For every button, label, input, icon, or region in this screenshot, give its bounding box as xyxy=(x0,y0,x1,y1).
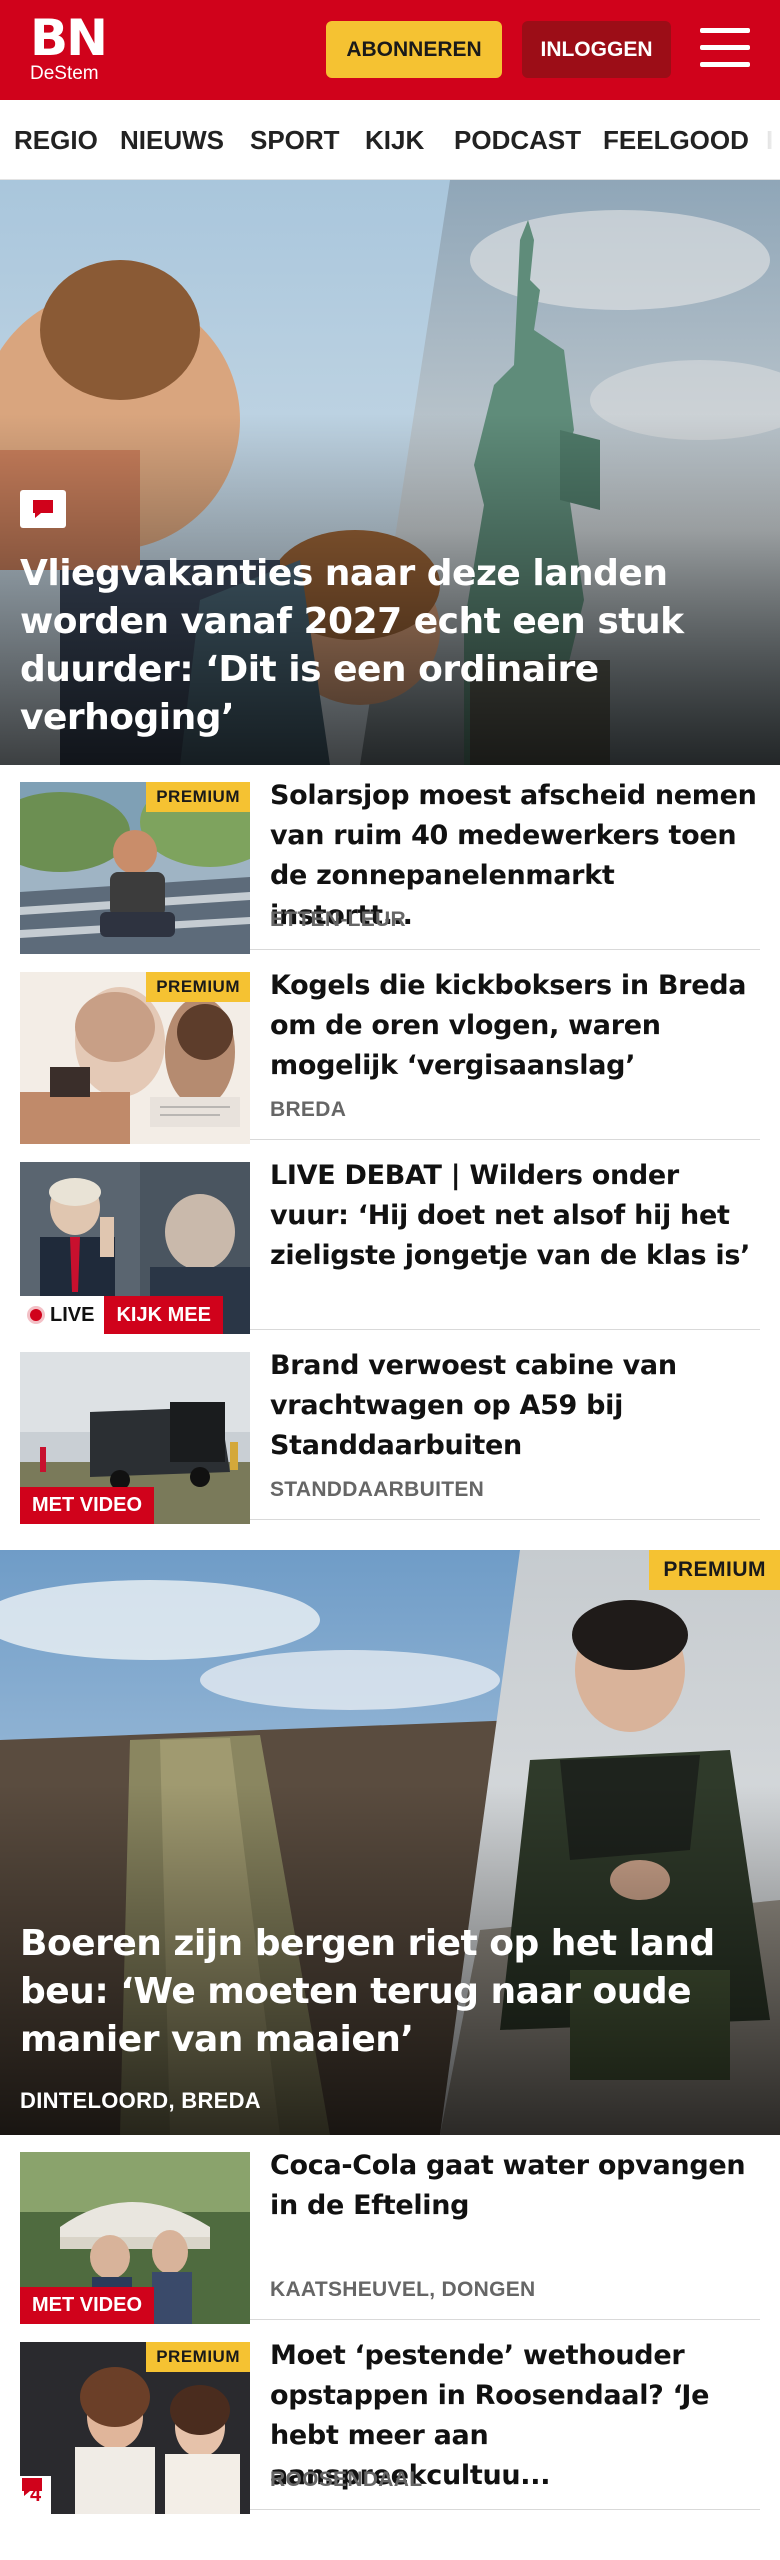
article-location: BREDA xyxy=(270,1098,347,1121)
list-item[interactable]: PREMIUM 4 Moet ‘pestende’ wethouder opst… xyxy=(20,2330,760,2514)
section-nav: REGIO NIEUWS SPORT KIJK PODCAST FEELGOOD… xyxy=(0,100,780,180)
video-badge: MET VIDEO xyxy=(20,2287,155,2324)
live-dot-icon xyxy=(30,1309,42,1321)
subscribe-button[interactable]: ABONNEREN xyxy=(326,21,502,78)
site-logo[interactable]: BN DeStem xyxy=(30,9,108,84)
comment-count: 4 xyxy=(20,2476,52,2514)
article-title[interactable]: Brand verwoest cabine van vrachtwagen op… xyxy=(270,1346,760,1466)
comment-icon xyxy=(22,2478,42,2496)
live-badge: LIVE KIJK MEE xyxy=(20,1296,223,1334)
list-item[interactable]: LIVE KIJK MEE LIVE DEBAT | Wilders onder… xyxy=(20,1150,760,1334)
nav-fade xyxy=(750,100,780,179)
logo-main-text: BN xyxy=(30,9,108,67)
nav-item-regio[interactable]: REGIO xyxy=(14,122,98,158)
article-location: STANDDAARBUITEN xyxy=(270,1478,485,1501)
live-label: LIVE xyxy=(50,1303,95,1326)
login-button[interactable]: INLOGGEN xyxy=(522,21,671,78)
list-item[interactable]: PREMIUM Kogels die kickboksers in Breda … xyxy=(20,960,760,1144)
article-location: ETTEN-LEUR xyxy=(270,908,406,931)
article-title[interactable]: Kogels die kickboksers in Breda om de or… xyxy=(270,966,760,1086)
logo-sub-text: DeStem xyxy=(30,63,99,84)
article-location: ROOSENDAAL xyxy=(270,2468,423,2491)
article-thumbnail: LIVE KIJK MEE xyxy=(20,1162,250,1334)
site-header: BN DeStem ABONNEREN INLOGGEN xyxy=(0,0,780,100)
feature-location: DINTELOORD, BREDA xyxy=(20,2088,261,2113)
article-location: KAATSHEUVEL, DONGEN xyxy=(270,2278,536,2301)
hero-title[interactable]: Vliegvakanties naar deze landen worden v… xyxy=(20,550,720,742)
premium-badge: PREMIUM xyxy=(649,1550,780,1590)
article-thumbnail: PREMIUM xyxy=(20,782,250,954)
premium-badge: PREMIUM xyxy=(146,2342,250,2372)
feature-article[interactable]: PREMIUM Boeren zijn bergen riet op het l… xyxy=(0,1550,780,2135)
hamburger-menu-icon[interactable] xyxy=(700,26,750,70)
live-indicator: LIVE xyxy=(20,1296,105,1334)
article-title[interactable]: Coca-Cola gaat water opvangen in de Efte… xyxy=(270,2146,760,2226)
watch-button[interactable]: KIJK MEE xyxy=(104,1296,223,1334)
article-thumbnail: MET VIDEO xyxy=(20,2152,250,2324)
list-item[interactable]: PREMIUM Solarsjop moest afscheid nemen v… xyxy=(20,770,760,954)
list-item[interactable]: MET VIDEO Coca-Cola gaat water opvangen … xyxy=(20,2140,760,2324)
list-item[interactable]: MET VIDEO Brand verwoest cabine van vrac… xyxy=(20,1340,760,1524)
nav-item-podcast[interactable]: PODCAST xyxy=(454,122,581,158)
nav-item-kijk[interactable]: KIJK xyxy=(365,122,424,158)
article-thumbnail: PREMIUM xyxy=(20,972,250,1144)
nav-item-sport[interactable]: SPORT xyxy=(250,122,340,158)
comment-icon xyxy=(33,500,53,518)
article-thumbnail: MET VIDEO xyxy=(20,1352,250,1524)
nav-item-nieuws[interactable]: NIEUWS xyxy=(120,122,224,158)
comment-badge xyxy=(20,490,66,528)
article-thumbnail: PREMIUM 4 xyxy=(20,2342,250,2514)
feature-title[interactable]: Boeren zijn bergen riet op het land beu:… xyxy=(20,1920,720,2064)
premium-badge: PREMIUM xyxy=(146,782,250,812)
video-badge: MET VIDEO xyxy=(20,1487,155,1524)
hero-article[interactable]: Vliegvakanties naar deze landen worden v… xyxy=(0,180,780,765)
article-title[interactable]: LIVE DEBAT | Wilders onder vuur: ‘Hij do… xyxy=(270,1156,760,1276)
nav-item-feelgood[interactable]: FEELGOOD xyxy=(603,122,749,158)
premium-badge: PREMIUM xyxy=(146,972,250,1002)
